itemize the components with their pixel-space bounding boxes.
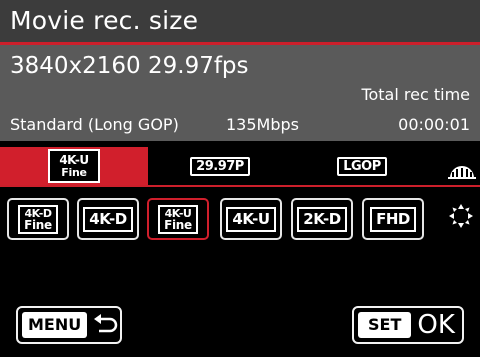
size-tab-line1: 4K-U	[59, 153, 89, 167]
screen-title: Movie rec. size	[10, 6, 199, 35]
option-4k-d-badge: 4K-D	[83, 206, 133, 232]
option-4k-d-fine[interactable]: 4K-D Fine	[7, 198, 69, 240]
resolution-fps-text: 3840x2160 29.97fps	[10, 53, 249, 79]
multi-controller-icon	[449, 204, 473, 228]
option-line2: Fine	[24, 217, 52, 232]
option-fhd-badge: FHD	[370, 206, 416, 232]
option-4k-u-badge: 4K-U	[226, 206, 276, 232]
main-dial-icon	[448, 166, 476, 179]
return-arrow-icon	[94, 314, 118, 333]
tab-compression[interactable]: LGOP	[322, 147, 402, 185]
compression-badge: LGOP	[337, 156, 387, 176]
total-rec-time-label: Total rec time	[361, 85, 470, 104]
set-button-label: SET	[358, 312, 412, 338]
compression-mode-text: Standard (Long GOP)	[10, 115, 179, 134]
option-4k-u-fine-badge: 4K-U Fine	[158, 204, 198, 234]
menu-button[interactable]: MENU	[16, 306, 122, 344]
ok-label: OK	[417, 310, 455, 340]
option-line1: 4K-D	[24, 206, 52, 220]
size-tab-line2: Fine	[61, 166, 87, 179]
menu-button-label: MENU	[22, 312, 88, 338]
option-line2: Fine	[164, 217, 192, 232]
option-2k-d-badge: 2K-D	[297, 206, 347, 232]
option-fhd[interactable]: FHD	[362, 198, 424, 240]
total-rec-time-value: 00:00:01	[398, 115, 470, 134]
option-2k-d[interactable]: 2K-D	[291, 198, 353, 240]
set-ok-button[interactable]: SET OK	[352, 306, 464, 344]
size-4k-u-fine-badge: 4K-U Fine	[48, 149, 100, 183]
option-4k-u-fine[interactable]: 4K-U Fine	[147, 198, 209, 240]
title-bar: Movie rec. size	[0, 0, 480, 42]
tab-divider	[0, 185, 480, 187]
option-4k-d[interactable]: 4K-D	[77, 198, 139, 240]
option-4k-u[interactable]: 4K-U	[220, 198, 282, 240]
tab-frame-rate[interactable]: 29.97P	[180, 147, 260, 185]
info-panel: 3840x2160 29.97fps Total rec time Standa…	[0, 45, 480, 141]
tab-size[interactable]: 4K-U Fine	[0, 147, 148, 185]
option-line1: 4K-U	[164, 206, 192, 220]
option-4k-d-fine-badge: 4K-D Fine	[18, 204, 58, 234]
bitrate-text: 135Mbps	[226, 115, 299, 134]
frame-rate-badge: 29.97P	[190, 156, 250, 176]
